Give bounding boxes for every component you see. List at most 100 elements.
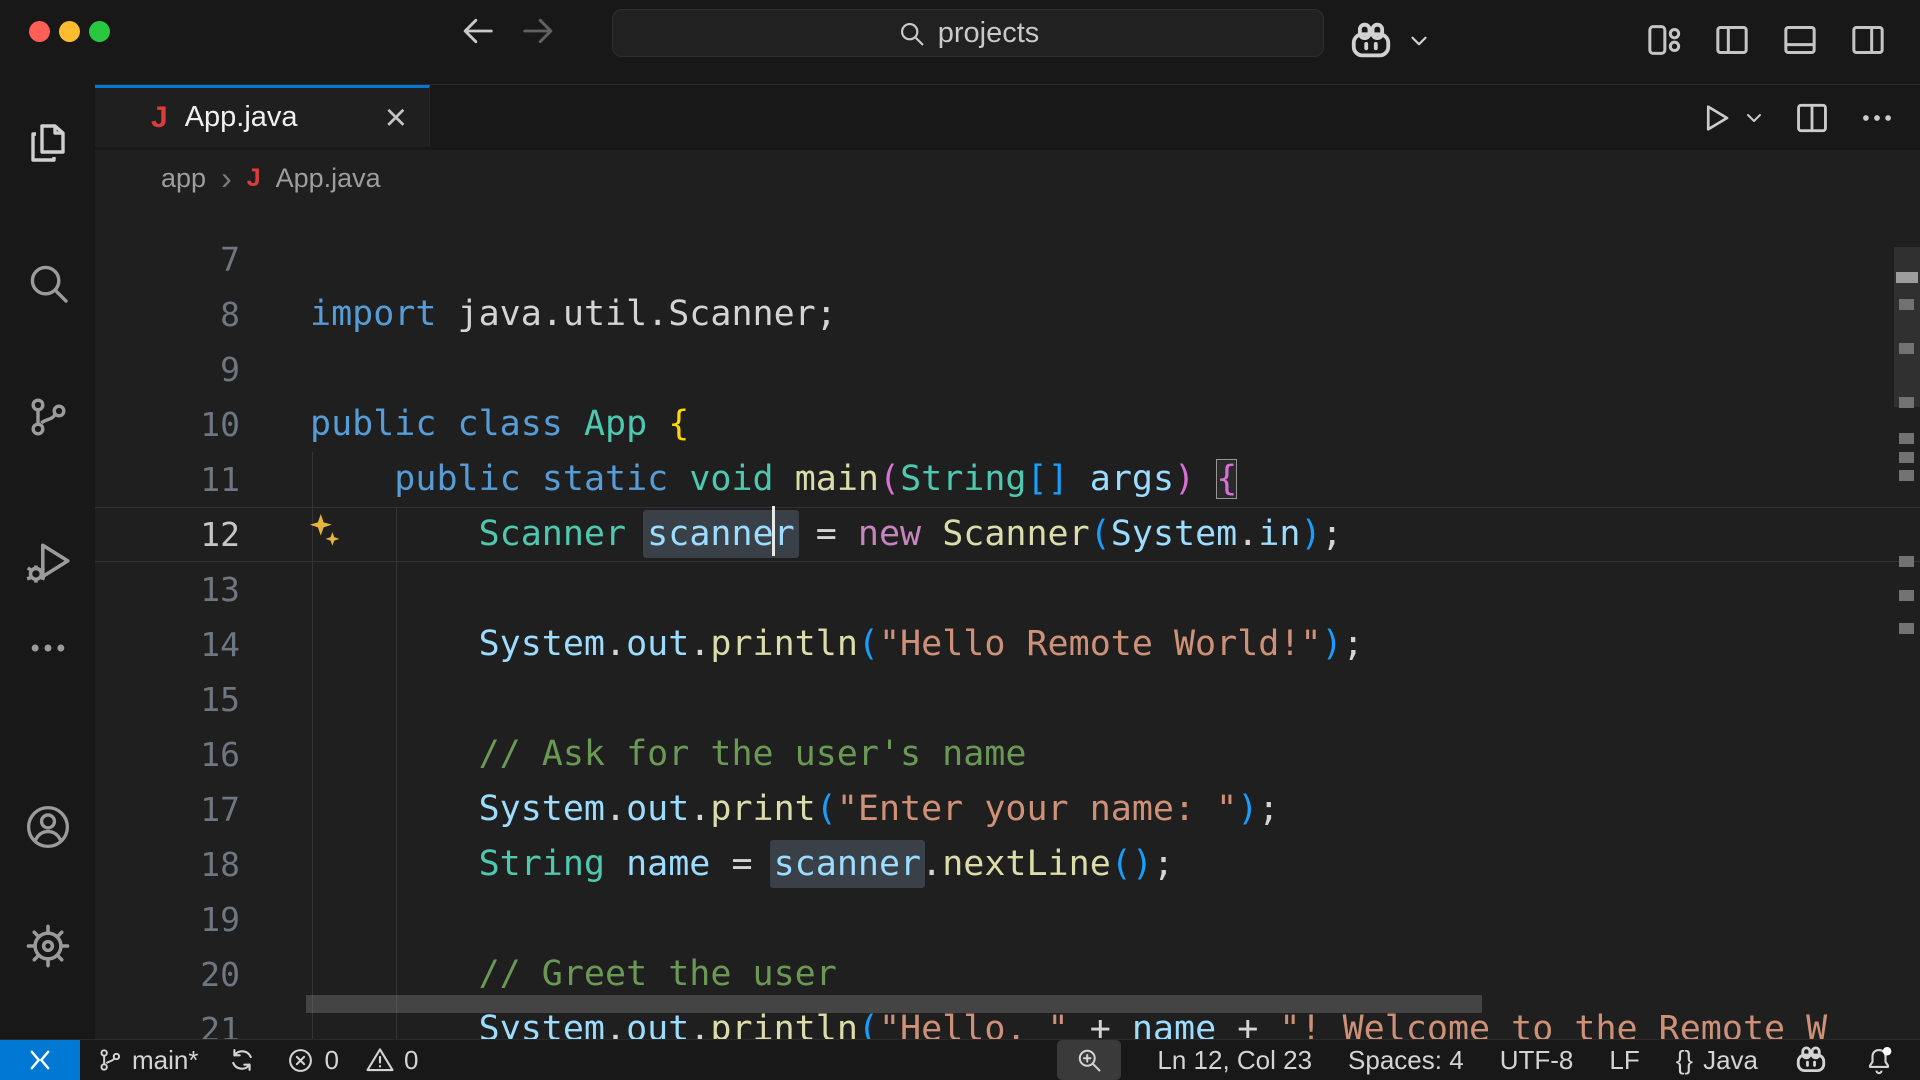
navigate-forward-button[interactable]: [520, 12, 558, 50]
indent-guide: [312, 562, 313, 617]
code-text: import java.util.Scanner;: [310, 287, 837, 342]
code-line[interactable]: 7: [95, 232, 1920, 287]
overview-ruler[interactable]: [1894, 206, 1920, 1040]
code-line[interactable]: 10 public class App {: [95, 397, 1920, 452]
horizontal-scrollbar[interactable]: [306, 995, 1482, 1013]
vscode-window: projects: [0, 0, 1920, 1080]
toggle-panel-button[interactable]: [1780, 20, 1820, 60]
close-tab-button[interactable]: ×: [385, 103, 407, 133]
indentation-status[interactable]: Spaces: 4: [1348, 1045, 1464, 1076]
code-text: public class App {: [310, 397, 689, 452]
activity-more-button[interactable]: [0, 618, 95, 678]
eol-status[interactable]: LF: [1609, 1045, 1639, 1076]
sidebar-item-source-control[interactable]: [0, 387, 95, 447]
code-editor[interactable]: 78 import java.util.Scanner; 910 public cla…: [95, 206, 1920, 1040]
sidebar-item-run-debug[interactable]: [0, 533, 95, 593]
language-status[interactable]: {} Java: [1676, 1045, 1758, 1076]
code-line[interactable]: 8 import java.util.Scanner;: [95, 287, 1920, 342]
breadcrumb-file[interactable]: App.java: [276, 163, 381, 194]
indent-guide: [312, 892, 313, 947]
navigate-back-button[interactable]: [458, 12, 496, 50]
code-line[interactable]: 11 public static void main(String[] args…: [95, 452, 1920, 507]
zoom-window-button[interactable]: [89, 21, 110, 42]
line-number[interactable]: 11: [95, 452, 240, 507]
zoom-in-icon: [1075, 1046, 1103, 1074]
status-bar: main* 0 0 Ln 12, Col 23 Spaces: 4 UTF-8 …: [0, 1039, 1920, 1080]
minimize-window-button[interactable]: [59, 21, 80, 42]
indent-guide: [312, 672, 313, 727]
customize-layout-button[interactable]: [1644, 20, 1684, 60]
line-number[interactable]: 16: [95, 727, 240, 782]
line-number[interactable]: 12: [95, 507, 240, 562]
sync-changes-button[interactable]: [228, 1046, 256, 1074]
code-text: String name = scanner.nextLine();: [310, 837, 1174, 892]
split-editor-icon: [1793, 99, 1831, 137]
sidebar-item-search[interactable]: [0, 253, 95, 313]
window-controls: [29, 21, 110, 42]
line-number[interactable]: 9: [95, 342, 240, 397]
code-line[interactable]: 20 // Greet the user: [95, 947, 1920, 1002]
code-text: System.out.println("Hello Remote World!"…: [310, 617, 1364, 672]
code-line[interactable]: 16 // Ask for the user's name: [95, 727, 1920, 782]
close-window-button[interactable]: [29, 21, 50, 42]
settings-gear-icon: [23, 921, 73, 971]
explorer-icon: [24, 119, 72, 167]
overview-ruler-mark: [1899, 556, 1914, 567]
overview-ruler-mark: [1899, 590, 1914, 601]
line-number[interactable]: 21: [95, 1002, 240, 1040]
overview-ruler-mark: [1899, 433, 1914, 444]
settings-button[interactable]: [0, 916, 95, 976]
more-actions-icon: [1858, 99, 1896, 137]
line-number[interactable]: 10: [95, 397, 240, 452]
command-center-search[interactable]: projects: [612, 9, 1324, 57]
error-icon: [286, 1046, 315, 1075]
code-line[interactable]: 13: [95, 562, 1920, 617]
line-number[interactable]: 17: [95, 782, 240, 837]
code-line[interactable]: 12 Scanner scanner = new Scanner(System.…: [95, 507, 1920, 562]
more-icon: [26, 626, 70, 670]
remote-indicator[interactable]: [0, 1040, 80, 1080]
tab-app-java[interactable]: J App.java ×: [95, 85, 430, 147]
warning-count: 0: [404, 1045, 418, 1076]
copilot-status-button[interactable]: [1794, 1043, 1828, 1077]
overview-ruler-mark: [1899, 623, 1914, 634]
breadcrumb: app › J App.java: [95, 150, 1920, 206]
line-number[interactable]: 15: [95, 672, 240, 727]
copilot-icon: [1794, 1043, 1828, 1077]
code-text: // Ask for the user's name: [310, 727, 1026, 782]
code-line[interactable]: 15: [95, 672, 1920, 727]
split-editor-button[interactable]: [1793, 99, 1831, 137]
language-name: Java: [1703, 1045, 1758, 1076]
cursor-position-status[interactable]: Ln 12, Col 23: [1157, 1045, 1312, 1076]
accounts-button[interactable]: [0, 797, 95, 857]
sidebar-item-explorer[interactable]: [0, 113, 95, 173]
code-line[interactable]: 14 System.out.println("Hello Remote Worl…: [95, 617, 1920, 672]
code-line[interactable]: 9: [95, 342, 1920, 397]
toggle-secondary-sidebar-button[interactable]: [1848, 20, 1888, 60]
toggle-panel-icon: [1780, 20, 1820, 60]
copilot-menu-button[interactable]: [1348, 18, 1432, 64]
code-line[interactable]: 17 System.out.print("Enter your name: ")…: [95, 782, 1920, 837]
search-icon: [24, 259, 72, 307]
line-number[interactable]: 19: [95, 892, 240, 947]
problems-status[interactable]: 0 0: [286, 1045, 418, 1076]
line-number[interactable]: 13: [95, 562, 240, 617]
search-query-text: projects: [938, 17, 1040, 50]
vertical-scrollbar-thumb[interactable]: [1894, 247, 1920, 407]
line-number[interactable]: 14: [95, 617, 240, 672]
line-number[interactable]: 8: [95, 287, 240, 342]
line-number[interactable]: 20: [95, 947, 240, 1002]
toggle-primary-sidebar-button[interactable]: [1712, 20, 1752, 60]
run-icon: [1697, 100, 1733, 136]
notifications-button[interactable]: [1864, 1045, 1894, 1075]
line-number[interactable]: 7: [95, 232, 240, 287]
breadcrumb-folder[interactable]: app: [161, 163, 206, 194]
editor-more-actions-button[interactable]: [1858, 99, 1896, 137]
zoom-status-button[interactable]: [1057, 1040, 1121, 1080]
line-number[interactable]: 18: [95, 837, 240, 892]
encoding-status[interactable]: UTF-8: [1500, 1045, 1574, 1076]
code-line[interactable]: 19: [95, 892, 1920, 947]
branch-status[interactable]: main*: [96, 1045, 198, 1076]
run-java-button[interactable]: [1697, 100, 1766, 136]
code-line[interactable]: 18 String name = scanner.nextLine();: [95, 837, 1920, 892]
